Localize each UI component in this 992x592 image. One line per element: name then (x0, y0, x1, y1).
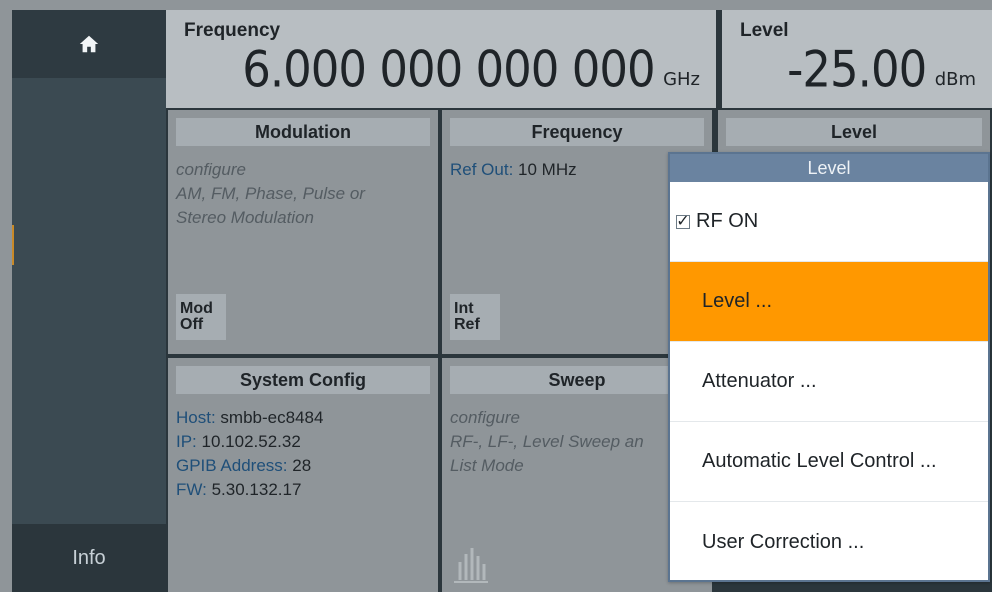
level-menu-item-label: Level ... (702, 290, 773, 312)
frequency-unit: GHz (663, 69, 700, 90)
ref-out-value: 10 MHz (518, 160, 577, 179)
ip-value: 10.102.52.32 (201, 432, 301, 451)
system-config-tile-title: System Config (176, 366, 430, 394)
frequency-display[interactable]: Frequency 6.000 000 000 000 GHz (166, 10, 716, 108)
level-tile-title: Level (726, 118, 982, 146)
gpib-row: GPIB Address: 28 (176, 454, 430, 478)
gpib-value: 28 (292, 456, 312, 475)
automatic-level-control-menu-item-label: Automatic Level Control ... (702, 450, 937, 472)
int-ref-line-1: Int (454, 300, 474, 317)
display-divider (716, 10, 722, 108)
mod-off-line-2: Off (180, 316, 204, 333)
rf-on-label: RF ON (696, 210, 759, 232)
modulation-desc-line-2: AM, FM, Phase, Pulse or (176, 184, 365, 203)
info-button[interactable]: Info (12, 524, 166, 592)
level-menu-item[interactable]: Level ... (670, 262, 988, 342)
sweep-graph-icon (454, 548, 488, 583)
user-correction-menu-item-label: User Correction ... (702, 530, 865, 553)
mod-off-button[interactable]: Mod Off (176, 294, 226, 340)
home-icon (79, 35, 99, 53)
level-display[interactable]: Level -25.00 dBm (722, 10, 992, 108)
fw-row: FW: 5.30.132.17 (176, 478, 430, 502)
fw-key: FW: (176, 480, 207, 499)
sweep-desc-line-3: List Mode (450, 456, 524, 475)
ip-key: IP: (176, 432, 197, 451)
sweep-desc-line-2: RF-, LF-, Level Sweep an (450, 432, 644, 451)
system-config-tile[interactable]: System Config Host: smbb-ec8484 IP: 10.1… (168, 358, 438, 592)
gpib-key: GPIB Address: (176, 456, 288, 475)
fw-value: 5.30.132.17 (211, 480, 302, 499)
level-menu-dropdown: Level ✓ RF ON Level ... Attenuator ... A… (668, 152, 990, 582)
modulation-tile-description: configure AM, FM, Phase, Pulse or Stereo… (176, 158, 430, 230)
left-sidebar: Info (12, 10, 166, 592)
host-row: Host: smbb-ec8484 (176, 406, 430, 430)
sweep-tile-description: configure RF-, LF-, Level Sweep an List … (450, 406, 704, 478)
level-menu-title: Level (670, 154, 988, 182)
home-button[interactable] (12, 10, 166, 78)
frequency-value: 6.000 000 000 000 (242, 40, 655, 99)
attenuator-menu-item[interactable]: Attenuator ... (670, 342, 988, 422)
top-display-bar: Frequency 6.000 000 000 000 GHz Level -2… (166, 10, 992, 108)
host-value: smbb-ec8484 (220, 408, 324, 427)
host-key: Host: (176, 408, 216, 427)
rf-on-item[interactable]: ✓ RF ON (670, 182, 988, 262)
frequency-value-wrap: 6.000 000 000 000 GHz (242, 40, 700, 99)
frequency-tile-title: Frequency (450, 118, 704, 146)
info-label: Info (72, 546, 106, 569)
modulation-tile-title: Modulation (176, 118, 430, 146)
user-correction-menu-item[interactable]: User Correction ... (670, 502, 988, 582)
int-ref-button[interactable]: Int Ref (450, 294, 500, 340)
system-config-info: Host: smbb-ec8484 IP: 10.102.52.32 GPIB … (176, 406, 430, 502)
attenuator-menu-item-label: Attenuator ... (702, 370, 817, 392)
ref-out-key: Ref Out: (450, 160, 514, 179)
ip-row: IP: 10.102.52.32 (176, 430, 430, 454)
modulation-desc-line-3: Stereo Modulation (176, 208, 314, 227)
automatic-level-control-menu-item[interactable]: Automatic Level Control ... (670, 422, 988, 502)
sidebar-accent (12, 225, 14, 265)
app-frame: Info Frequency 6.000 000 000 000 GHz Lev… (0, 0, 992, 592)
frequency-label: Frequency (184, 20, 281, 41)
modulation-tile[interactable]: Modulation configure AM, FM, Phase, Puls… (168, 110, 438, 354)
level-label: Level (740, 20, 789, 41)
sweep-configure-text: configure (450, 408, 520, 427)
sweep-tile-title: Sweep (450, 366, 704, 394)
int-ref-line-2: Ref (454, 316, 480, 333)
level-value: -25.00 (787, 40, 927, 99)
level-unit: dBm (934, 69, 976, 90)
mod-off-line-1: Mod (180, 300, 213, 317)
frequency-tile-info: Ref Out: 10 MHz (450, 158, 704, 182)
level-value-wrap: -25.00 dBm (787, 40, 976, 99)
modulation-configure-text: configure (176, 160, 246, 179)
checkbox-checked-icon[interactable]: ✓ (676, 213, 690, 229)
